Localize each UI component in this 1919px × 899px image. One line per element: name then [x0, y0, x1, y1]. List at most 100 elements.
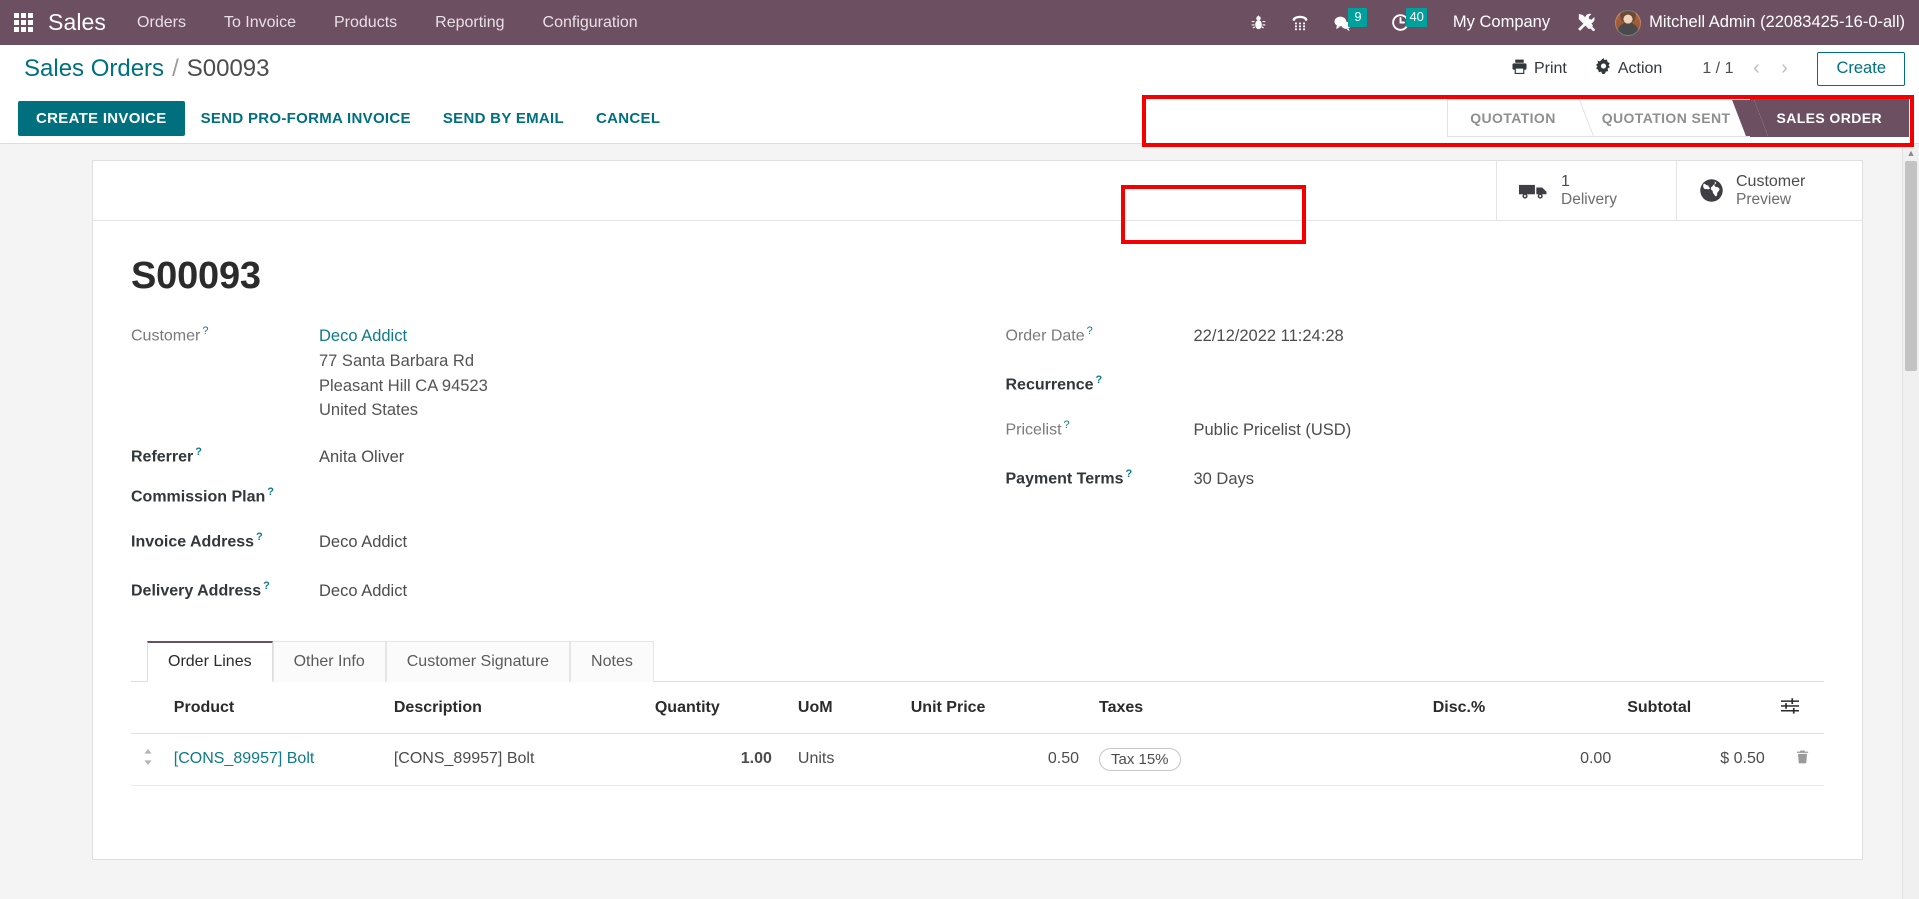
apps-grid-icon[interactable]: [0, 0, 46, 45]
col-taxes[interactable]: Taxes: [1086, 681, 1425, 734]
col-uom[interactable]: UoM: [779, 681, 903, 734]
status-sales-order[interactable]: SALES ORDER: [1750, 99, 1909, 137]
help-icon[interactable]: ?: [267, 486, 274, 498]
menu-configuration[interactable]: Configuration: [524, 0, 657, 45]
breadcrumb-parent[interactable]: Sales Orders: [24, 55, 164, 83]
field-pricelist: Pricelist? Public Pricelist (USD): [1006, 418, 1825, 443]
column-options-icon[interactable]: [1780, 697, 1799, 714]
field-referrer-value[interactable]: Anita Oliver: [319, 445, 404, 470]
control-panel-bottom: CREATE INVOICE SEND PRO-FORMA INVOICE SE…: [0, 93, 1919, 143]
dialpad-icon[interactable]: [1279, 0, 1321, 45]
app-brand-sales[interactable]: Sales: [46, 9, 118, 36]
help-icon[interactable]: ?: [263, 580, 270, 592]
customer-preview-line2: Preview: [1736, 190, 1792, 208]
smart-button-delivery[interactable]: 1 Delivery: [1496, 161, 1676, 220]
address-line-1: 77 Santa Barbara Rd: [319, 351, 475, 370]
field-commission-plan-label: Commission Plan?: [131, 485, 319, 506]
field-invoice-address-label: Invoice Address?: [131, 530, 319, 551]
smart-button-customer-preview[interactable]: Customer Preview: [1676, 161, 1856, 220]
field-payment-terms-value[interactable]: 30 Days: [1194, 467, 1255, 492]
messages-icon[interactable]: 9: [1321, 0, 1379, 45]
cell-product[interactable]: [CONS_89957] Bolt: [165, 733, 386, 786]
col-options: [1772, 681, 1824, 734]
order-lines-body: [CONS_89957] Bolt [CONS_89957] Bolt 1.00…: [131, 733, 1824, 786]
cell-unit-price[interactable]: 0.50: [902, 733, 1087, 786]
cell-delete[interactable]: [1772, 733, 1824, 786]
send-pro-forma-invoice-button[interactable]: SEND PRO-FORMA INVOICE: [185, 102, 427, 135]
status-quotation[interactable]: QUOTATION: [1447, 99, 1576, 137]
tab-customer-signature[interactable]: Customer Signature: [385, 640, 571, 682]
send-by-email-button[interactable]: SEND BY EMAIL: [427, 102, 580, 135]
menu-to-invoice[interactable]: To Invoice: [205, 0, 315, 45]
vertical-scrollbar[interactable]: ▲: [1902, 144, 1919, 899]
company-switcher[interactable]: My Company: [1439, 13, 1564, 32]
product-link[interactable]: [CONS_89957] Bolt: [174, 750, 315, 767]
cell-taxes[interactable]: Tax 15%: [1086, 733, 1425, 786]
create-invoice-button[interactable]: CREATE INVOICE: [18, 100, 185, 136]
activities-clock-icon[interactable]: 40: [1379, 0, 1438, 45]
field-order-date-label: Order Date?: [1006, 324, 1194, 345]
tax-badge: Tax 15%: [1098, 747, 1181, 771]
help-icon[interactable]: ?: [256, 531, 263, 543]
trash-icon[interactable]: [1795, 750, 1810, 769]
help-icon[interactable]: ?: [195, 446, 202, 458]
bug-icon[interactable]: [1238, 0, 1279, 45]
field-order-date-label-text: Order Date: [1005, 327, 1085, 345]
top-navbar: Sales Orders To Invoice Products Reporti…: [0, 0, 1919, 45]
customer-link[interactable]: Deco Addict: [319, 324, 488, 349]
menu-products[interactable]: Products: [315, 0, 416, 45]
pager-previous-icon[interactable]: ‹: [1743, 56, 1769, 82]
activities-count-badge: 40: [1406, 8, 1427, 27]
scroll-up-icon[interactable]: ▲: [1903, 144, 1919, 161]
col-quantity[interactable]: Quantity: [646, 681, 780, 734]
field-pricelist-value[interactable]: Public Pricelist (USD): [1194, 418, 1352, 443]
field-delivery-address: Delivery Address? Deco Addict: [131, 579, 978, 604]
globe-icon: [1699, 178, 1724, 203]
menu-orders[interactable]: Orders: [118, 0, 205, 45]
help-icon[interactable]: ?: [1087, 325, 1093, 337]
help-icon[interactable]: ?: [1064, 419, 1070, 431]
tab-other-info[interactable]: Other Info: [272, 640, 386, 682]
col-unit-price[interactable]: Unit Price: [902, 681, 1087, 734]
create-button[interactable]: Create: [1817, 52, 1905, 86]
help-icon[interactable]: ?: [1096, 374, 1103, 386]
gear-icon: [1595, 57, 1612, 80]
col-description[interactable]: Description: [385, 681, 647, 734]
menu-reporting[interactable]: Reporting: [416, 0, 523, 45]
status-quotation-label: QUOTATION: [1470, 110, 1556, 126]
field-payment-terms: Payment Terms? 30 Days: [1006, 467, 1825, 492]
cancel-button[interactable]: CANCEL: [580, 102, 676, 135]
smart-button-customer-preview-text: Customer Preview: [1736, 172, 1805, 210]
user-menu[interactable]: Mitchell Admin (22083425-16-0-all): [1609, 9, 1911, 36]
cell-quantity[interactable]: 1.00: [646, 733, 780, 786]
col-handle: [131, 681, 166, 734]
help-icon[interactable]: ?: [1125, 468, 1132, 480]
tab-notes[interactable]: Notes: [570, 640, 654, 682]
print-button[interactable]: Print: [1497, 54, 1581, 84]
form-grid: Customer? Deco Addict 77 Santa Barbara R…: [131, 324, 1824, 619]
field-recurrence: Recurrence?: [1006, 373, 1825, 394]
field-order-date-value[interactable]: 22/12/2022 11:24:28: [1194, 324, 1344, 349]
col-product[interactable]: Product: [165, 681, 386, 734]
order-lines-table: Product Description Quantity UoM Unit Pr…: [131, 681, 1824, 786]
field-payment-terms-label-text: Payment Terms: [1005, 470, 1124, 488]
table-row[interactable]: [CONS_89957] Bolt [CONS_89957] Bolt 1.00…: [131, 733, 1824, 786]
help-icon[interactable]: ?: [202, 325, 208, 337]
tools-icon[interactable]: [1564, 0, 1609, 45]
tab-order-lines[interactable]: Order Lines: [147, 640, 273, 682]
cell-uom[interactable]: Units: [779, 733, 903, 786]
field-delivery-address-label-text: Delivery Address: [131, 582, 262, 600]
col-subtotal[interactable]: Subtotal: [1619, 681, 1773, 734]
cell-description[interactable]: [CONS_89957] Bolt: [385, 733, 647, 786]
field-invoice-address-value[interactable]: Deco Addict: [319, 530, 407, 555]
status-quotation-sent[interactable]: QUOTATION SENT: [1575, 99, 1751, 137]
drag-handle-icon[interactable]: [131, 733, 166, 786]
col-discount[interactable]: Disc.%: [1424, 681, 1620, 734]
pager-next-icon[interactable]: ›: [1771, 56, 1797, 82]
action-button[interactable]: Action: [1581, 54, 1676, 84]
scrollbar-thumb[interactable]: [1905, 161, 1917, 371]
field-delivery-address-value[interactable]: Deco Addict: [319, 579, 407, 604]
cell-discount[interactable]: 0.00: [1424, 733, 1620, 786]
sheet-body: S00093 Customer? Deco Addict 77 Santa Ba…: [93, 221, 1862, 786]
field-invoice-address: Invoice Address? Deco Addict: [131, 530, 978, 555]
